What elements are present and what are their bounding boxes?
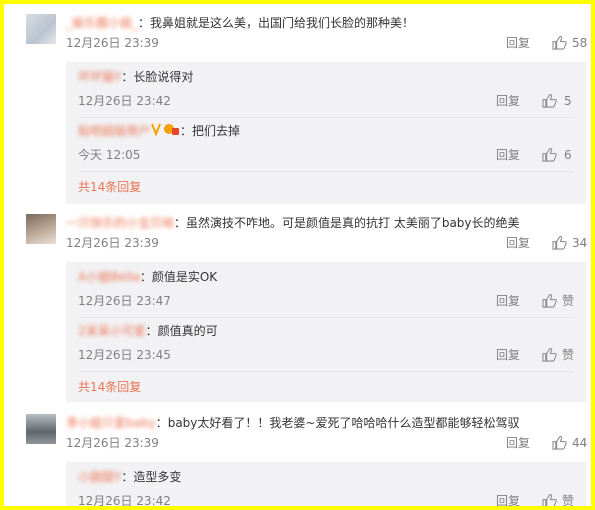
comment-time: 12月26日 23:39 xyxy=(66,236,159,250)
like-icon[interactable] xyxy=(542,494,557,508)
reply-username[interactable]: 坏坏猫Y xyxy=(78,70,121,84)
like-count: 34 xyxy=(572,236,588,250)
reply-list: A小姐Bella：颜值是实OK 12月26日 23:47 回复 赞 2呆呆小可爱… xyxy=(66,262,586,402)
reply-text: ：颜值是实OK xyxy=(139,270,218,284)
reply-button[interactable]: 回复 xyxy=(496,492,520,506)
reply-button[interactable]: 回复 xyxy=(496,346,520,364)
reply-button[interactable]: 回复 xyxy=(506,234,530,252)
reply-button[interactable]: 回复 xyxy=(506,34,530,52)
divider xyxy=(78,117,574,118)
like-label: 赞 xyxy=(562,494,575,508)
like-icon[interactable] xyxy=(552,436,567,450)
comment-time: 12月26日 23:39 xyxy=(66,36,159,50)
reply-username[interactable]: 2呆呆小可爱 xyxy=(78,324,146,338)
comment-username[interactable]: _娱乐圈小姐_ xyxy=(66,16,138,30)
verified-v-icon xyxy=(150,122,180,141)
reply-username[interactable]: A小姐Bella xyxy=(78,270,140,284)
reply-time: 12月26日 23:42 xyxy=(78,494,171,508)
reply-item: A小姐Bella：颜值是实OK 12月26日 23:47 回复 赞 xyxy=(78,268,578,312)
like-count: 58 xyxy=(572,36,588,50)
reply-text: ：把们去掉 xyxy=(180,124,241,138)
reply-time: 今天 12:05 xyxy=(78,148,141,162)
reply-list: 坏坏猫Y：长脸说得对 12月26日 23:42 回复 5 贴吧超级用户 ：把们去掉… xyxy=(66,62,586,204)
reply-item: 贴吧超级用户 ：把们去掉 今天 12:05 回复 6 xyxy=(78,122,578,166)
comment-item: 一只快乐的小宝贝呦：虽然演技不咋地。可是颜值是真的抗打 太美丽了baby长的绝美… xyxy=(26,214,591,404)
reply-text: ：颜值真的可 xyxy=(145,324,218,338)
reply-button[interactable]: 回复 xyxy=(506,434,530,452)
reply-item: 2呆呆小可爱：颜值真的可 12月26日 23:45 回复 赞 xyxy=(78,322,578,366)
comment-meta: 12月26日 23:39 回复 44 xyxy=(66,434,588,452)
reply-time: 12月26日 23:42 xyxy=(78,94,171,108)
comment-text: ：虽然演技不咋地。可是颜值是真的抗打 太美丽了baby长的绝美 xyxy=(174,216,520,230)
like-icon[interactable] xyxy=(542,94,557,108)
avatar[interactable] xyxy=(26,214,56,244)
screenshot-frame: _娱乐圈小姐_：我鼻姐就是这么美，出国门给我们长脸的那种美！ 12月26日 23… xyxy=(0,0,595,510)
like-icon[interactable] xyxy=(552,236,567,250)
like-count: 5 xyxy=(564,94,572,108)
divider xyxy=(78,317,574,318)
like-label: 赞 xyxy=(562,294,575,308)
like-count: 6 xyxy=(564,148,572,162)
comment-item: _娱乐圈小姐_：我鼻姐就是这么美，出国门给我们长脸的那种美！ 12月26日 23… xyxy=(26,14,591,209)
comment-text: ：我鼻姐就是这么美，出国门给我们长脸的那种美！ xyxy=(138,16,415,30)
reply-text: ：长脸说得对 xyxy=(121,70,194,84)
avatar[interactable] xyxy=(26,414,56,444)
like-icon[interactable] xyxy=(542,348,557,362)
like-icon[interactable] xyxy=(542,294,557,308)
comment-item: 李小姐只爱baby：baby太好看了！！我老婆~爱死了哈哈哈什么造型都能够轻松驾… xyxy=(26,414,591,508)
reply-time: 12月26日 23:47 xyxy=(78,294,171,308)
like-label: 赞 xyxy=(562,348,575,362)
reply-button[interactable]: 回复 xyxy=(496,146,520,164)
like-icon[interactable] xyxy=(542,148,557,162)
more-replies-link[interactable]: 共14条回复 xyxy=(78,178,141,196)
reply-text: ：造型多变 xyxy=(121,470,182,484)
comment-username[interactable]: 李小姐只爱baby xyxy=(66,416,156,430)
comment-username[interactable]: 一只快乐的小宝贝呦 xyxy=(66,216,174,230)
divider xyxy=(78,371,574,372)
reply-item: 坏坏猫Y：长脸说得对 12月26日 23:42 回复 5 xyxy=(78,68,578,112)
reply-time: 12月26日 23:45 xyxy=(78,348,171,362)
like-count: 44 xyxy=(572,436,588,450)
reply-button[interactable]: 回复 xyxy=(496,292,520,310)
like-icon[interactable] xyxy=(552,36,567,50)
more-replies-link[interactable]: 共14条回复 xyxy=(78,378,141,396)
avatar[interactable] xyxy=(26,14,56,44)
comment-time: 12月26日 23:39 xyxy=(66,436,159,450)
reply-list: 小甜甜Y：造型多变 12月26日 23:42 回复 赞 xyxy=(66,462,586,508)
comment-meta: 12月26日 23:39 回复 58 xyxy=(66,34,588,52)
reply-button[interactable]: 回复 xyxy=(496,92,520,110)
reply-username[interactable]: 贴吧超级用户 xyxy=(78,124,150,138)
reply-item: 小甜甜Y：造型多变 12月26日 23:42 回复 赞 xyxy=(78,468,578,508)
comment-meta: 12月26日 23:39 回复 34 xyxy=(66,234,588,252)
comment-text: ：baby太好看了！！我老婆~爱死了哈哈哈什么造型都能够轻松驾驭 xyxy=(155,416,520,430)
divider xyxy=(78,171,574,172)
reply-username[interactable]: 小甜甜Y xyxy=(78,470,121,484)
